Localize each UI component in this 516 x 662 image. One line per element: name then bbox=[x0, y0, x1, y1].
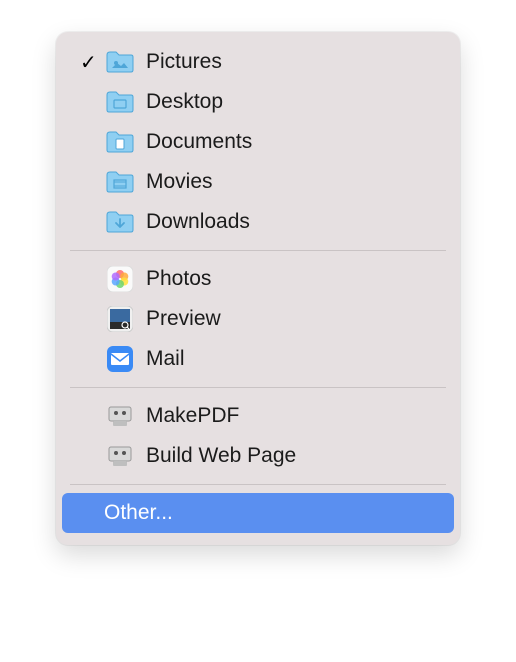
menu-item-mail[interactable]: Mail bbox=[62, 339, 454, 379]
menu-item-photos[interactable]: Photos bbox=[62, 259, 454, 299]
menu-item-desktop[interactable]: Desktop bbox=[62, 82, 454, 122]
folder-movies-icon bbox=[104, 168, 136, 196]
menu-item-label: Movies bbox=[146, 170, 440, 194]
menu-item-label: Mail bbox=[146, 347, 440, 371]
menu-item-pictures[interactable]: ✓ Pictures bbox=[62, 42, 454, 82]
app-mail-icon bbox=[104, 345, 136, 373]
folder-desktop-icon bbox=[104, 88, 136, 116]
menu-item-makepdf[interactable]: MakePDF bbox=[62, 396, 454, 436]
menu-item-label: Other... bbox=[104, 501, 440, 525]
menu-item-label: Build Web Page bbox=[146, 444, 440, 468]
folder-pictures-icon bbox=[104, 48, 136, 76]
menu-item-label: Pictures bbox=[146, 50, 440, 74]
menu-item-downloads[interactable]: Downloads bbox=[62, 202, 454, 242]
menu-item-label: Photos bbox=[146, 267, 440, 291]
checkmark-icon: ✓ bbox=[80, 50, 104, 75]
menu-item-label: MakePDF bbox=[146, 404, 440, 428]
menu-item-label: Desktop bbox=[146, 90, 440, 114]
menu-item-label: Documents bbox=[146, 130, 440, 154]
menu-separator bbox=[70, 484, 446, 485]
menu-item-other[interactable]: Other... bbox=[62, 493, 454, 533]
folder-downloads-icon bbox=[104, 208, 136, 236]
menu-separator bbox=[70, 387, 446, 388]
menu-item-preview[interactable]: Preview bbox=[62, 299, 454, 339]
menu-item-movies[interactable]: Movies bbox=[62, 162, 454, 202]
app-photos-icon bbox=[104, 265, 136, 293]
menu-item-label: Preview bbox=[146, 307, 440, 331]
menu-item-documents[interactable]: Documents bbox=[62, 122, 454, 162]
menu-item-label: Downloads bbox=[146, 210, 440, 234]
app-automator-icon bbox=[104, 402, 136, 430]
folder-documents-icon bbox=[104, 128, 136, 156]
app-automator-icon bbox=[104, 442, 136, 470]
app-preview-icon bbox=[104, 305, 136, 333]
menu-separator bbox=[70, 250, 446, 251]
menu-item-buildwebpage[interactable]: Build Web Page bbox=[62, 436, 454, 476]
dropdown-menu: ✓ Pictures Desktop Documents Movies Down… bbox=[56, 32, 460, 545]
